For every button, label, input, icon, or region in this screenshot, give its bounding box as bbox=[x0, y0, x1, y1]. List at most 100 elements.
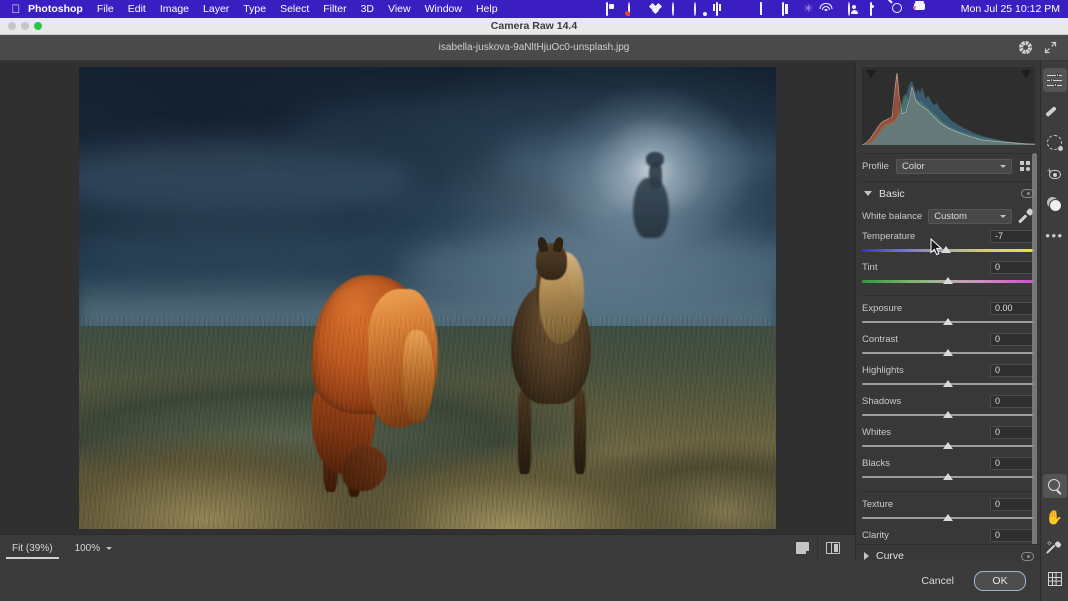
masking-button[interactable] bbox=[1043, 130, 1067, 154]
slider-track[interactable] bbox=[862, 317, 1034, 327]
white-balance-select[interactable]: Custom bbox=[928, 208, 1012, 224]
basic-section-header[interactable]: Basic bbox=[862, 181, 1034, 201]
chevron-down-icon bbox=[864, 191, 872, 196]
slider-highlights[interactable]: Highlights 0 bbox=[862, 363, 1034, 389]
crop-tool-button[interactable] bbox=[1043, 567, 1067, 591]
arc-icon[interactable] bbox=[759, 1, 773, 16]
edit-tool-button[interactable] bbox=[1042, 68, 1067, 92]
wifi-icon[interactable] bbox=[819, 2, 839, 16]
ok-button[interactable]: OK bbox=[974, 571, 1026, 591]
photo-preview[interactable] bbox=[79, 67, 776, 529]
screen-record-icon[interactable] bbox=[605, 1, 619, 16]
red-eye-button[interactable]: + bbox=[1043, 161, 1067, 185]
bluetooth-icon[interactable] bbox=[804, 3, 817, 16]
presets-button[interactable] bbox=[1043, 192, 1067, 216]
slider-handle[interactable] bbox=[943, 349, 953, 356]
slider-exposure[interactable]: Exposure 0.00 bbox=[862, 301, 1034, 327]
menu-select[interactable]: Select bbox=[273, 0, 316, 18]
slider-track[interactable] bbox=[862, 245, 1034, 255]
single-view-button[interactable] bbox=[787, 535, 817, 562]
slider-handle[interactable] bbox=[943, 514, 953, 521]
slider-group-divider bbox=[862, 491, 1034, 492]
slider-blacks[interactable]: Blacks 0 bbox=[862, 456, 1034, 482]
menu-image[interactable]: Image bbox=[153, 0, 196, 18]
healing-brush-button[interactable] bbox=[1043, 99, 1067, 123]
battery-icon[interactable] bbox=[869, 1, 883, 16]
menu-help[interactable]: Help bbox=[469, 0, 505, 18]
menubar-clock[interactable]: Mon Jul 25 10:12 PM bbox=[958, 3, 1060, 15]
slider-contrast[interactable]: Contrast 0 bbox=[862, 332, 1034, 358]
dropbox-icon[interactable] bbox=[649, 2, 663, 16]
panel-scrollbar[interactable] bbox=[1032, 153, 1037, 553]
menu-type[interactable]: Type bbox=[236, 0, 273, 18]
zoom-camera-icon[interactable] bbox=[624, 1, 641, 16]
control-center-icon[interactable] bbox=[847, 1, 861, 16]
expand-arrows-icon bbox=[1044, 41, 1057, 54]
slider-value[interactable]: 0 bbox=[990, 363, 1034, 377]
cancel-button[interactable]: Cancel bbox=[911, 571, 964, 591]
more-options-button[interactable]: ••• bbox=[1043, 223, 1067, 247]
canvas-area[interactable] bbox=[0, 61, 855, 534]
slider-value[interactable]: -7 bbox=[990, 229, 1034, 243]
apple-icon[interactable]:  bbox=[6, 3, 26, 15]
zoom-level-selector[interactable]: 100% bbox=[65, 543, 117, 554]
slider-value[interactable]: 0 bbox=[990, 425, 1034, 439]
slider-value[interactable]: 0 bbox=[990, 332, 1034, 346]
hand-tool-button[interactable]: ✋ bbox=[1043, 505, 1067, 529]
globe-icon[interactable] bbox=[671, 1, 685, 16]
menu-view[interactable]: View bbox=[381, 0, 418, 18]
siri-icon[interactable] bbox=[936, 3, 949, 16]
slider-value[interactable]: 0 bbox=[990, 497, 1034, 511]
slider-handle[interactable] bbox=[943, 380, 953, 387]
slider-value[interactable]: 0 bbox=[990, 456, 1034, 470]
slider-track[interactable] bbox=[862, 441, 1034, 451]
zoom-fit-button[interactable]: Fit (39%) bbox=[0, 535, 65, 562]
slider-shadows[interactable]: Shadows 0 bbox=[862, 394, 1034, 420]
menu-edit[interactable]: Edit bbox=[121, 0, 153, 18]
slider-value[interactable]: 0.00 bbox=[990, 301, 1034, 315]
slider-label: Temperature bbox=[862, 230, 916, 242]
white-balance-tool-button[interactable]: ✧ bbox=[1043, 536, 1067, 560]
white-balance-tool-icon: ✧ bbox=[1046, 539, 1062, 556]
fullscreen-button[interactable] bbox=[1039, 36, 1062, 59]
slider-temperature[interactable]: Temperature -7 bbox=[862, 229, 1034, 255]
slider-track[interactable] bbox=[862, 513, 1034, 523]
menu-3d[interactable]: 3D bbox=[354, 0, 381, 18]
slider-value[interactable]: 0 bbox=[990, 260, 1034, 274]
slider-handle[interactable] bbox=[943, 277, 953, 284]
slider-handle[interactable] bbox=[943, 318, 953, 325]
slider-track[interactable] bbox=[862, 410, 1034, 420]
histogram[interactable] bbox=[862, 67, 1035, 145]
bookmark-icon[interactable] bbox=[738, 3, 751, 16]
split-view-button[interactable] bbox=[817, 534, 847, 562]
eye-icon[interactable] bbox=[1021, 551, 1034, 561]
menu-layer[interactable]: Layer bbox=[196, 0, 236, 18]
slider-handle[interactable] bbox=[943, 411, 953, 418]
slider-handle[interactable] bbox=[941, 246, 952, 253]
menu-filter[interactable]: Filter bbox=[316, 0, 353, 18]
slider-track[interactable] bbox=[862, 276, 1034, 286]
columns-icon[interactable] bbox=[781, 1, 795, 16]
slider-label: Contrast bbox=[862, 333, 898, 345]
slider-texture[interactable]: Texture 0 bbox=[862, 497, 1034, 523]
zoom-tool-button[interactable] bbox=[1042, 474, 1067, 498]
menu-app-name[interactable]: Photoshop bbox=[26, 0, 90, 18]
cleanshot-icon[interactable] bbox=[693, 1, 707, 16]
airplay-icon[interactable] bbox=[912, 3, 927, 16]
slider-value[interactable]: 0 bbox=[990, 528, 1034, 542]
slider-tint[interactable]: Tint 0 bbox=[862, 260, 1034, 286]
profile-row: Profile Color bbox=[862, 153, 1034, 175]
slider-whites[interactable]: Whites 0 bbox=[862, 425, 1034, 451]
slider-track[interactable] bbox=[862, 379, 1034, 389]
settings-button[interactable] bbox=[1014, 36, 1037, 59]
search-icon[interactable] bbox=[892, 3, 905, 16]
slider-handle[interactable] bbox=[943, 442, 953, 449]
menu-window[interactable]: Window bbox=[418, 0, 469, 18]
slider-track[interactable] bbox=[862, 472, 1034, 482]
slider-value[interactable]: 0 bbox=[990, 394, 1034, 408]
notion-icon[interactable] bbox=[715, 1, 729, 16]
menu-file[interactable]: File bbox=[90, 0, 121, 18]
slider-handle[interactable] bbox=[943, 473, 953, 480]
slider-track[interactable] bbox=[862, 348, 1034, 358]
profile-select[interactable]: Color bbox=[895, 159, 1012, 174]
